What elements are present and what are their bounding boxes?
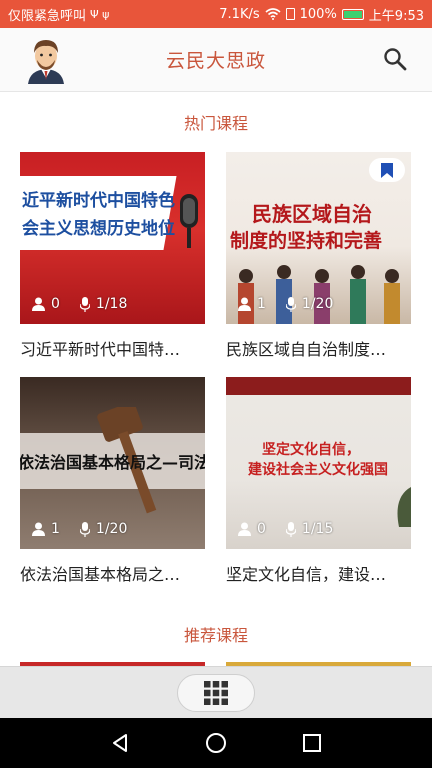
app-header: 云民大思政 bbox=[0, 28, 432, 92]
network-speed: 7.1K/s bbox=[219, 6, 260, 22]
banner-line: 坚定文化自信， bbox=[262, 442, 360, 458]
battery-percent: 100% bbox=[299, 6, 337, 22]
microphone-icon bbox=[285, 296, 296, 312]
back-icon[interactable] bbox=[110, 733, 130, 753]
banner-line: 依法治国基本格局之—司法公 bbox=[20, 453, 205, 472]
course-stats: 1 1/20 bbox=[32, 521, 127, 537]
bottom-bar bbox=[0, 666, 432, 718]
course-stats: 0 1/15 bbox=[238, 521, 333, 537]
person-icon bbox=[238, 522, 251, 536]
banner-line: 近平新时代中国特色 bbox=[22, 191, 175, 211]
course-thumbnail[interactable]: 民族区域自治 制度的坚持和完善 1 1/20 bbox=[226, 152, 411, 324]
wifi-icon bbox=[265, 8, 281, 20]
search-icon[interactable] bbox=[382, 46, 408, 72]
status-left: 仅限紧急呼叫 Ψ ψ bbox=[8, 5, 219, 24]
hot-courses-title: 热门课程 bbox=[183, 114, 248, 133]
banner-line: 建设社会主义文化强国 bbox=[248, 462, 388, 478]
home-icon[interactable] bbox=[205, 732, 227, 754]
course-thumbnail[interactable]: 近平新时代中国特色 会主义思想历史地位 0 1/18 bbox=[20, 152, 205, 324]
battery-icon bbox=[341, 8, 364, 20]
course-card[interactable]: 依法治国基本格局之—司法公 1 1/20 依法治国基本格局之… bbox=[20, 377, 205, 585]
status-bar: 仅限紧急呼叫 Ψ ψ 7.1K/s 100% 上午9:53 bbox=[0, 0, 432, 28]
course-stats: 0 1/18 bbox=[32, 296, 127, 312]
recents-icon[interactable] bbox=[302, 733, 322, 753]
grid-icon bbox=[204, 681, 228, 705]
lesson-progress: 1/20 bbox=[95, 521, 128, 537]
carrier-text: 仅限紧急呼叫 bbox=[8, 8, 87, 24]
course-content[interactable]: 热门课程 近平新时代中国特色 会主义思想历史地位 0 1/18 习近平新时代中国… bbox=[0, 92, 432, 666]
learner-count: 1 bbox=[257, 296, 266, 312]
course-title[interactable]: 习近平新时代中国特… bbox=[20, 336, 210, 360]
person-icon bbox=[32, 297, 45, 311]
banner-stripe bbox=[226, 377, 411, 395]
bookmark-icon bbox=[381, 162, 393, 178]
course-stats: 1 1/20 bbox=[238, 296, 333, 312]
bookmark-button[interactable] bbox=[369, 158, 405, 182]
menu-grid-button[interactable] bbox=[177, 674, 255, 712]
microphone-decor-icon bbox=[180, 194, 198, 248]
avatar[interactable] bbox=[24, 36, 68, 84]
clock: 上午9:53 bbox=[368, 8, 424, 24]
lesson-progress: 1/18 bbox=[95, 296, 128, 312]
usb-icon: Ψ ψ bbox=[90, 7, 110, 21]
microphone-icon bbox=[79, 521, 90, 537]
people-illustration bbox=[238, 265, 400, 324]
lesson-progress: 1/15 bbox=[301, 521, 334, 537]
course-card[interactable]: 民族区域自治 制度的坚持和完善 1 1/20 民族区域自自治制度… bbox=[226, 152, 411, 360]
learner-count: 0 bbox=[257, 521, 266, 537]
learner-count: 1 bbox=[51, 521, 60, 537]
banner-line: 制度的坚持和完善 bbox=[230, 230, 383, 252]
course-title[interactable]: 依法治国基本格局之… bbox=[20, 561, 210, 585]
plant-decor bbox=[397, 487, 411, 527]
banner-line: 民族区域自治 bbox=[252, 202, 372, 226]
microphone-icon bbox=[285, 521, 296, 537]
course-title[interactable]: 民族区域自自治制度… bbox=[226, 336, 416, 360]
person-icon bbox=[32, 522, 45, 536]
lesson-progress: 1/20 bbox=[301, 296, 334, 312]
banner-line: 会主义思想历史地位 bbox=[22, 219, 175, 239]
status-right: 7.1K/s 100% 上午9:53 bbox=[219, 5, 424, 24]
course-title[interactable]: 坚定文化自信，建设… bbox=[226, 561, 416, 585]
learner-count: 0 bbox=[51, 296, 60, 312]
system-nav-bar bbox=[0, 718, 432, 768]
course-thumbnail[interactable]: 坚定文化自信， 建设社会主义文化强国 0 1/15 bbox=[226, 377, 411, 549]
sim-icon bbox=[285, 8, 295, 20]
microphone-icon bbox=[79, 296, 90, 312]
recommended-courses-title: 推荐课程 bbox=[183, 626, 248, 645]
person-icon bbox=[238, 297, 251, 311]
course-card[interactable]: 坚定文化自信， 建设社会主义文化强国 0 1/15 坚定文化自信，建设… bbox=[226, 377, 411, 585]
course-thumbnail[interactable]: 依法治国基本格局之—司法公 1 1/20 bbox=[20, 377, 205, 549]
course-card[interactable]: 近平新时代中国特色 会主义思想历史地位 0 1/18 习近平新时代中国特… bbox=[20, 152, 205, 360]
